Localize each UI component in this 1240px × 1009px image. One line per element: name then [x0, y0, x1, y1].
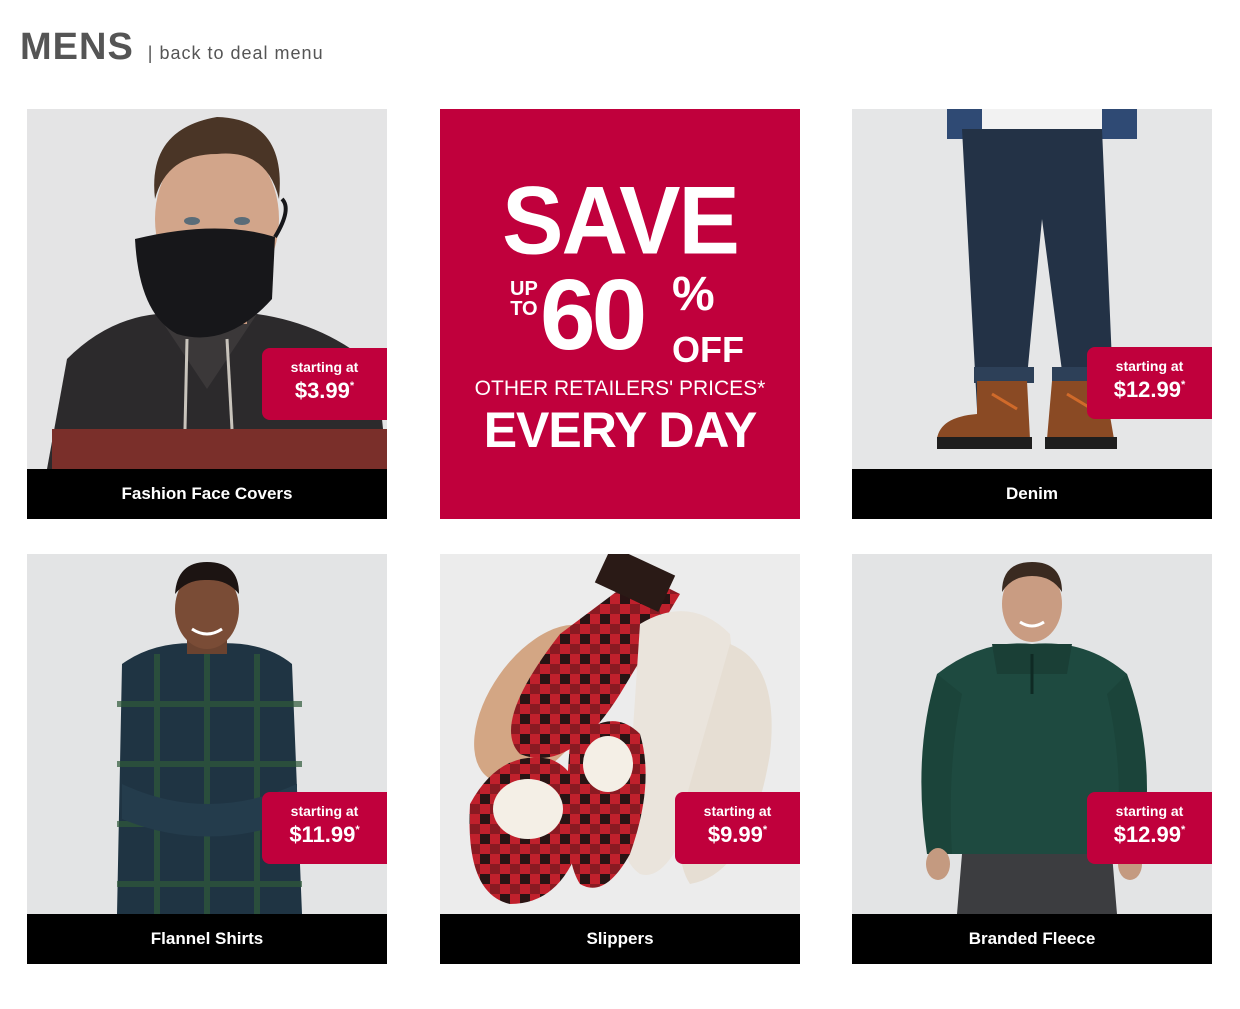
deal-tile-flannel-shirts[interactable]: starting at $11.99* Flannel Shirts: [27, 554, 387, 964]
tile-label: Branded Fleece: [968, 929, 1096, 948]
starting-at-label: starting at: [1115, 358, 1184, 374]
starting-at-label: starting at: [703, 803, 772, 819]
page-title: MENS: [20, 26, 134, 68]
deal-tile-denim[interactable]: starting at $12.99* Denim: [852, 109, 1212, 519]
starting-at-label: starting at: [1115, 803, 1184, 819]
price-value: $12.99*: [1113, 377, 1186, 402]
tile-label-bar: Slippers: [440, 914, 800, 964]
price-badge: starting at $11.99*: [262, 792, 387, 864]
promo-amount: 60: [540, 259, 647, 371]
price-badge: starting at $9.99*: [675, 792, 800, 864]
promo-percent-sign: %: [672, 268, 715, 321]
promo-other-retailers-text: OTHER RETAILERS' PRICES*: [474, 377, 766, 400]
back-to-deal-menu-link[interactable]: | back to deal menu: [148, 43, 324, 64]
price-badge: starting at $12.99*: [1087, 347, 1212, 419]
page-header: MENS | back to deal menu: [20, 26, 324, 69]
deal-tile-slippers[interactable]: starting at $9.99* Slippers: [440, 554, 800, 964]
promo-up-to-text: UP TO: [510, 278, 538, 320]
header-separator: |: [147, 43, 154, 63]
starting-at-label: starting at: [290, 359, 359, 375]
promo-every-day-text: EVERY DAY: [483, 402, 758, 458]
price-badge: starting at $12.99*: [1087, 792, 1212, 864]
back-link-label: back to deal menu: [159, 43, 324, 63]
price-badge: starting at $3.99*: [262, 348, 387, 420]
tile-label: Denim: [1006, 484, 1058, 503]
price-value: $12.99*: [1113, 822, 1186, 847]
tile-label-bar: Flannel Shirts: [27, 914, 387, 964]
tile-label-bar: Denim: [852, 469, 1212, 519]
price-value: $11.99*: [289, 822, 360, 847]
tile-label-bar: Fashion Face Covers: [27, 469, 387, 519]
deal-tile-branded-fleece[interactable]: starting at $12.99* Branded Fleece: [852, 554, 1212, 964]
tile-label: Slippers: [586, 929, 654, 948]
deal-tile-face-covers[interactable]: starting at $3.99* Fashion Face Covers: [27, 109, 387, 519]
price-value: $9.99*: [707, 822, 768, 847]
promo-off-text: OFF: [672, 329, 744, 370]
tile-label: Fashion Face Covers: [121, 484, 293, 503]
price-value: $3.99*: [294, 378, 355, 403]
tile-label-bar: Branded Fleece: [852, 914, 1212, 964]
starting-at-label: starting at: [290, 803, 359, 819]
save-60-percent-promo: SAVE UP TO 60 % OFF OTHER RETAILERS' PRIC…: [440, 109, 800, 519]
tile-label: Flannel Shirts: [150, 929, 264, 948]
